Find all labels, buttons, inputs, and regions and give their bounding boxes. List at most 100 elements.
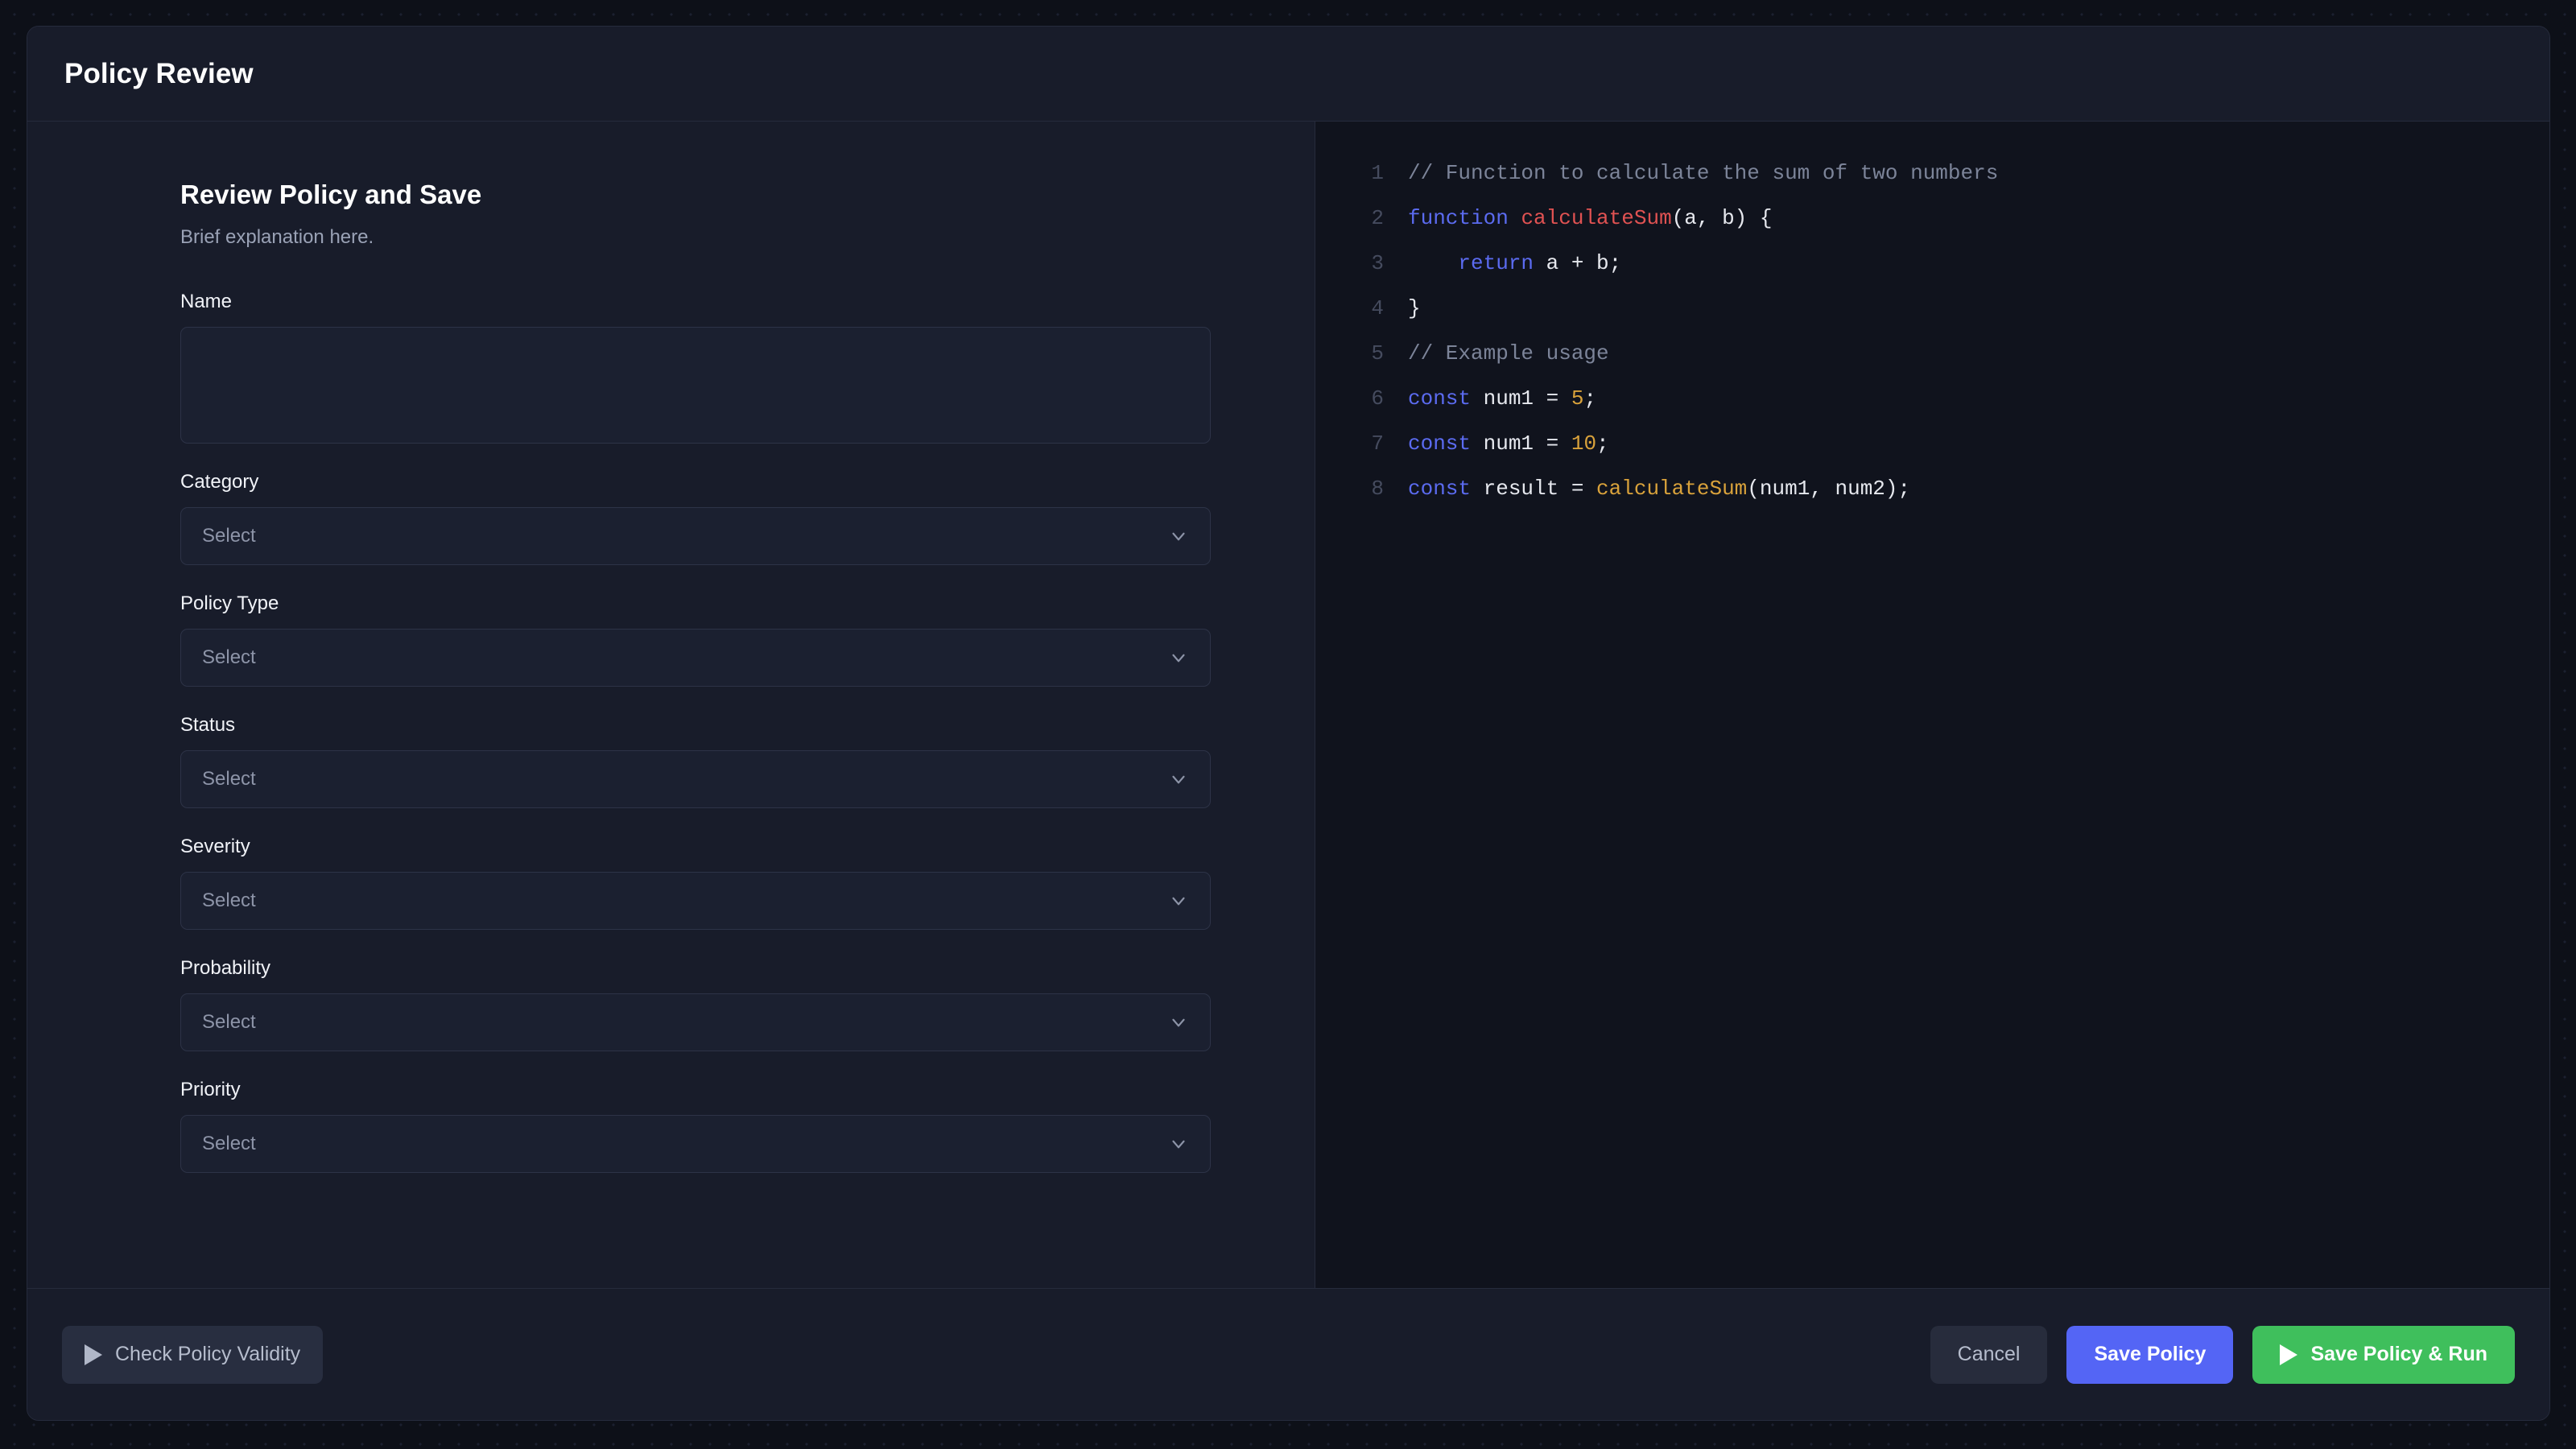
form-pane: Review Policy and Save Brief explanation… [27,122,1315,1288]
policy-type-select[interactable]: Select [180,629,1211,687]
code-line-content: // Example usage [1408,331,1609,376]
chevron-down-icon [1168,647,1189,668]
line-number: 1 [1315,151,1408,196]
code-token-plain: (num1, num2); [1747,477,1910,501]
field-priority: Priority Select [180,1079,1211,1173]
play-icon [2280,1344,2297,1365]
field-label-priority: Priority [180,1079,1211,1101]
field-label-policy-type: Policy Type [180,592,1211,615]
priority-select-value: Select [202,1133,256,1155]
field-name: Name [180,291,1211,444]
line-number: 4 [1315,286,1408,331]
code-line-content: } [1408,286,1421,331]
code-line: 5// Example usage [1315,331,2549,376]
line-number: 3 [1315,241,1408,286]
field-probability: Probability Select [180,957,1211,1051]
code-line: 7const num1 = 10; [1315,421,2549,466]
save-policy-and-run-button-label: Save Policy & Run [2310,1343,2487,1366]
code-token-keyword: const [1408,431,1471,456]
status-select[interactable]: Select [180,750,1211,808]
line-number: 2 [1315,196,1408,241]
category-select-value: Select [202,525,256,547]
code-line-content: return a + b; [1408,241,1621,286]
card-footer: Check Policy Validity Cancel Save Policy… [27,1288,2549,1420]
probability-select[interactable]: Select [180,993,1211,1051]
save-policy-button-label: Save Policy [2094,1343,2206,1366]
chevron-down-icon [1168,769,1189,790]
form-scroll-container: Review Policy and Save Brief explanation… [27,122,1315,1173]
line-number: 7 [1315,421,1408,466]
save-policy-and-run-button[interactable]: Save Policy & Run [2252,1326,2515,1384]
code-token-keyword: function [1408,206,1521,230]
code-line-content: // Function to calculate the sum of two … [1408,151,1998,196]
code-line-content: const num1 = 5; [1408,376,1596,421]
code-token-num: 10 [1571,431,1596,456]
policy-type-select-value: Select [202,646,256,669]
code-line-content: const num1 = 10; [1408,421,1609,466]
line-number: 8 [1315,466,1408,511]
status-select-value: Select [202,768,256,791]
code-token-plain: result = [1471,477,1596,501]
card-header: Policy Review [27,27,2549,122]
code-line: 8const result = calculateSum(num1, num2)… [1315,466,2549,511]
chevron-down-icon [1168,526,1189,547]
field-label-probability: Probability [180,957,1211,980]
name-input[interactable] [180,327,1211,444]
code-token-num: 5 [1571,386,1584,411]
code-token-plain: num1 = [1471,386,1571,411]
page-title: Policy Review [64,58,254,90]
field-policy-type: Policy Type Select [180,592,1211,687]
field-severity: Severity Select [180,836,1211,930]
code-line: 1// Function to calculate the sum of two… [1315,151,2549,196]
check-policy-validity-label: Check Policy Validity [115,1343,300,1366]
code-token-keyword: const [1408,386,1471,411]
policy-review-card: Policy Review Review Policy and Save Bri… [27,26,2550,1421]
field-label-status: Status [180,714,1211,737]
code-token-comment: // Function to calculate the sum of two … [1408,161,1998,185]
code-token-keyword: return [1458,251,1534,275]
code-line: 2function calculateSum(a, b) { [1315,196,2549,241]
line-number: 5 [1315,331,1408,376]
cancel-button-label: Cancel [1958,1343,2021,1366]
code-token-plain: num1 = [1471,431,1571,456]
chevron-down-icon [1168,890,1189,911]
code-line-content: function calculateSum(a, b) { [1408,196,1773,241]
code-token-plain: ; [1596,431,1609,456]
code-token-plain [1408,251,1458,275]
priority-select[interactable]: Select [180,1115,1211,1173]
code-token-plain: } [1408,296,1421,320]
code-viewer[interactable]: 1// Function to calculate the sum of two… [1315,122,2549,1288]
footer-actions: Cancel Save Policy Save Policy & Run [1930,1326,2515,1384]
severity-select-value: Select [202,890,256,912]
field-status: Status Select [180,714,1211,808]
check-policy-validity-button[interactable]: Check Policy Validity [62,1326,323,1384]
form-subtitle: Brief explanation here. [180,226,1315,249]
code-token-fn-gold: calculateSum [1596,477,1747,501]
chevron-down-icon [1168,1133,1189,1154]
card-body: Review Policy and Save Brief explanation… [27,122,2549,1288]
category-select[interactable]: Select [180,507,1211,565]
field-label-name: Name [180,291,1211,313]
field-category: Category Select [180,471,1211,565]
code-token-plain: (a, b) { [1672,206,1773,230]
field-label-category: Category [180,471,1211,493]
code-token-plain: a + b; [1534,251,1621,275]
code-lines: 1// Function to calculate the sum of two… [1315,151,2549,511]
play-icon [85,1344,102,1365]
field-label-severity: Severity [180,836,1211,858]
code-token-comment: // Example usage [1408,341,1609,365]
line-number: 6 [1315,376,1408,421]
chevron-down-icon [1168,1012,1189,1033]
cancel-button[interactable]: Cancel [1930,1326,2048,1384]
code-line-content: const result = calculateSum(num1, num2); [1408,466,1910,511]
code-token-fn-red: calculateSum [1521,206,1671,230]
probability-select-value: Select [202,1011,256,1034]
code-line: 6const num1 = 5; [1315,376,2549,421]
severity-select[interactable]: Select [180,872,1211,930]
save-policy-button[interactable]: Save Policy [2066,1326,2233,1384]
form-heading: Review Policy and Save [180,180,1315,210]
code-token-plain: ; [1583,386,1596,411]
page-background: Policy Review Review Policy and Save Bri… [0,0,2576,1449]
code-token-keyword: const [1408,477,1471,501]
code-line: 4} [1315,286,2549,331]
